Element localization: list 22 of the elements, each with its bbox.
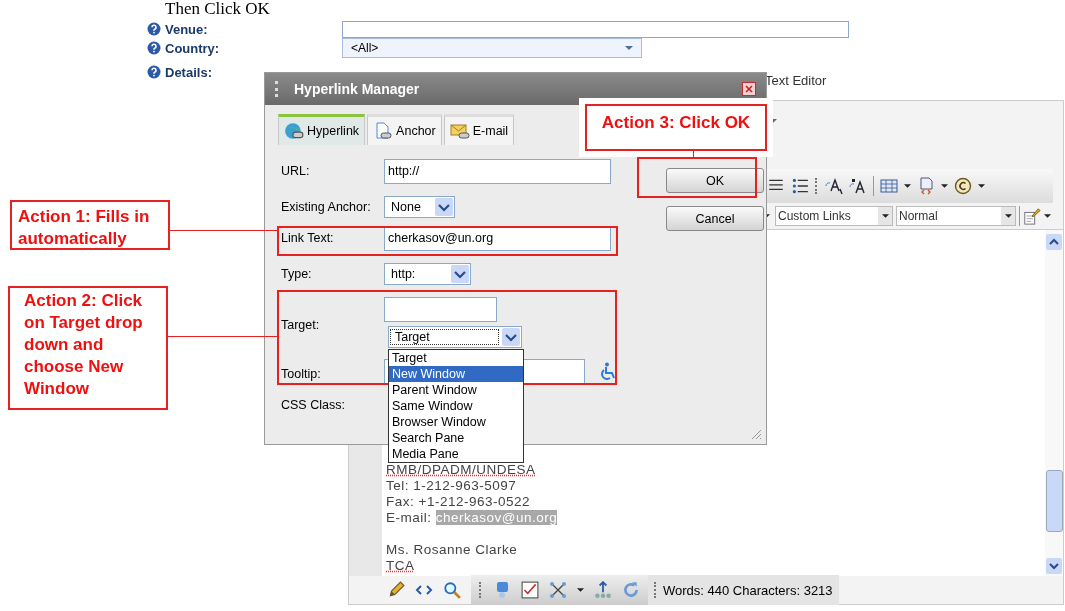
content-line: RMB/DPADM/UNDESA [386, 462, 536, 477]
field-label: CSS Class: [281, 398, 345, 412]
field-label: Tooltip: [281, 366, 321, 381]
field-label: Venue: [165, 21, 209, 37]
content-line: E-mail: [386, 510, 432, 525]
dialog-title: Hyperlink Manager [294, 81, 421, 97]
field-label: Target: [281, 317, 320, 332]
field-label: Details: [165, 64, 213, 80]
callout-note: Action 2: Click on Target drop down and choose New Window [8, 286, 168, 410]
field-label: Type: [281, 267, 312, 281]
field-label: Existing Anchor: [281, 200, 371, 214]
callout-note: Action 1: Fills in automatically [10, 200, 170, 250]
content-line: Tel: 1-212-963-5097 [386, 478, 517, 493]
content-line: Ms. Rosanne Clarke [386, 542, 518, 557]
step-heading: Then Click OK [165, 0, 270, 18]
content-line: TCA [386, 558, 415, 573]
content-line: Fax: +1-212-963-0522 [386, 494, 530, 509]
selected-text: cherkasov@un.org [435, 510, 558, 525]
field-label: URL: [281, 164, 310, 178]
field-label: Country: [165, 40, 221, 56]
word-count: Words: 440 Characters: 3213 [663, 582, 833, 598]
field-label: Link Text: [281, 231, 334, 245]
